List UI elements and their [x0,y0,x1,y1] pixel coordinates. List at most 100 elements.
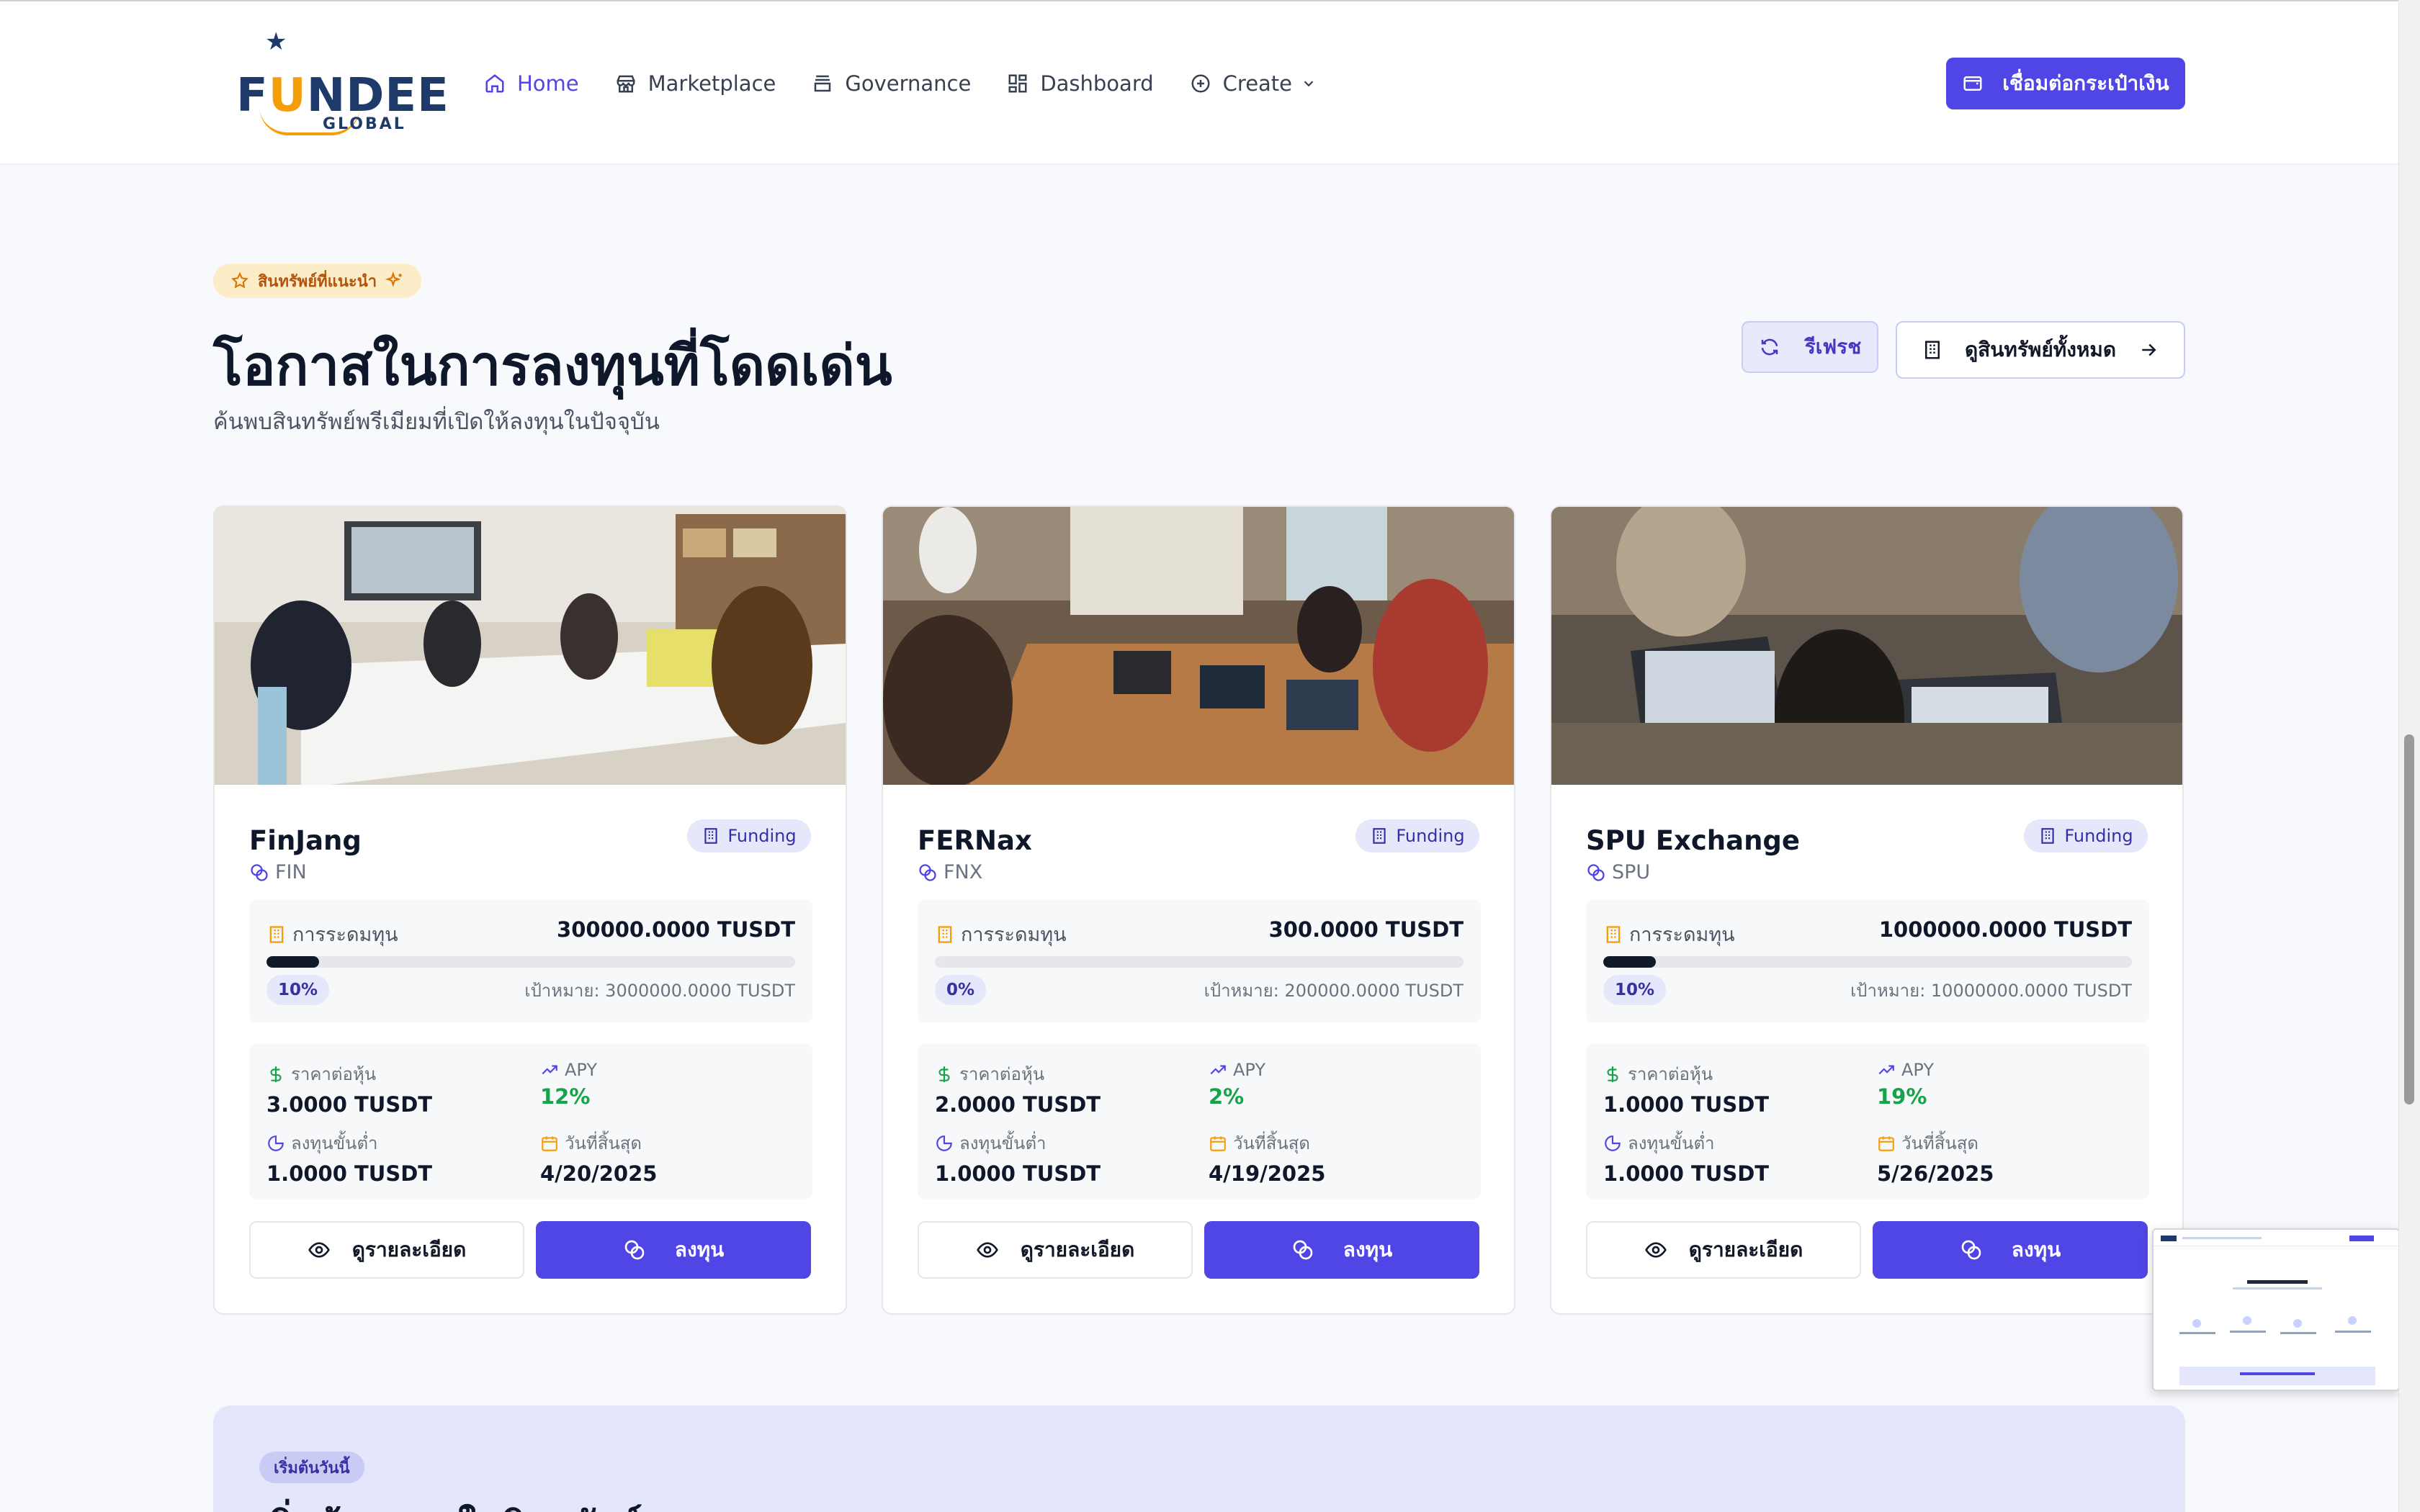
nav-governance-label: Governance [845,71,972,96]
nav-create[interactable]: Create [1190,71,1317,96]
progress-bar [935,956,1464,968]
asset-symbol-text: FIN [275,861,307,883]
view-all-label: ดูสินทรัพย์ทั้งหมด [1965,338,2116,361]
funding-target: เป้าหมาย: 10000000.0000 TUSDT [1850,981,2132,1001]
asset-image [1551,507,2182,785]
progress-bar [1603,956,2132,968]
eye-icon [308,1242,330,1258]
cta-badge: เริ่มต้นวันนี้ [259,1452,364,1483]
cta-section: เริ่มต้นวันนี้ เริ่มต้นลงทุนในสินทรัพย์ [213,1405,2185,1512]
status-badge: Funding [1355,819,1479,852]
stat-end-date: วันที่สิ้นสุด 4/19/2025 [1209,1129,1325,1186]
price-value: 1.0000 TUSDT [1603,1092,1770,1117]
building-icon [2041,828,2055,844]
sparkles-icon [385,271,402,287]
stat-apy: APY 19% [1877,1060,1934,1109]
apy-value: 2% [1209,1084,1245,1109]
apy-label: APY [1233,1060,1266,1080]
coins-icon [624,1240,645,1260]
asset-symbol: FIN [249,861,307,883]
connect-wallet-button[interactable]: เชื่อมต่อกระเป๋าเงิน [1946,58,2185,109]
min-invest-label: ลงทุนขั้นต่ำ [959,1133,1047,1153]
progress-fill [266,956,320,968]
pie-chart-icon [936,1135,952,1151]
eye-icon [1644,1242,1667,1258]
stat-min-invest: ลงทุนขั้นต่ำ 1.0000 TUSDT [935,1129,1101,1186]
funding-target: เป้าหมาย: 3000000.0000 TUSDT [524,981,795,1001]
progress-percent: 10% [1603,975,1667,1005]
funding-panel: การระดมทุน 300.0000 TUSDT 0% เป้าหมาย: 2… [918,900,1481,1022]
raised-label-text: การระดมทุน [961,924,1067,946]
asset-name: FinJang [249,825,362,856]
connect-wallet-label: เชื่อมต่อกระเป๋าเงิน [2002,71,2169,95]
coins-icon [1961,1240,1981,1260]
end-date-value: 4/20/2025 [540,1161,658,1186]
stat-price: ราคาต่อหุ้น 3.0000 TUSDT [266,1060,432,1117]
end-date-label: วันที่สิ้นสุด [565,1133,642,1153]
price-label: ราคาต่อหุ้น [291,1064,377,1084]
refresh-button[interactable]: รีเฟรช [1742,321,1878,373]
nav-dashboard[interactable]: Dashboard [1007,71,1154,96]
page-preview-thumbnail[interactable] [2152,1228,2398,1391]
nav-marketplace[interactable]: Marketplace [615,71,776,96]
asset-name: FERNax [918,825,1032,856]
nav-home-label: Home [517,71,579,96]
home-icon [485,74,504,93]
pie-chart-icon [1605,1135,1621,1151]
invest-button[interactable]: ลงทุน [536,1221,811,1279]
view-details-label: ดูรายละเอียด [351,1238,467,1261]
end-date-label: วันที่สิ้นสุด [1233,1133,1310,1153]
apy-label: APY [1901,1060,1935,1080]
asset-card: FERNax FNX Funding การระดมทุน 300.0000 T… [882,505,1515,1315]
fundee-logo[interactable]: ★ FUNDEE GLOBAL [230,27,449,135]
calendar-icon [1210,1135,1226,1151]
trending-up-icon [1210,1065,1226,1075]
funding-panel: การระดมทุน 1000000.0000 TUSDT 10% เป้าหม… [1586,900,2149,1022]
view-details-button[interactable]: ดูรายละเอียด [1586,1221,1861,1279]
stat-apy: APY 2% [1209,1060,1265,1109]
price-label: ราคาต่อหุ้น [959,1064,1045,1084]
invest-button[interactable]: ลงทุน [1873,1221,2148,1279]
pie-chart-icon [268,1135,284,1151]
page: ★ FUNDEE GLOBAL Home Marketplace Governa… [0,0,2398,1512]
dollar-icon [1607,1066,1618,1082]
chevron-down-icon [1304,81,1314,87]
view-details-button[interactable]: ดูรายละเอียด [918,1221,1193,1279]
coins-icon [251,863,268,881]
asset-symbol: SPU [1586,861,1650,883]
status-badge: Funding [2024,819,2148,852]
vertical-scrollbar-thumb[interactable] [2404,734,2414,1104]
building-icon [938,925,952,943]
invest-button[interactable]: ลงทุน [1204,1221,1479,1279]
site-header: ★ FUNDEE GLOBAL Home Marketplace Governa… [0,1,2398,165]
calendar-icon [542,1135,557,1151]
raised-label: การระดมทุน [935,919,1067,950]
status-badge: Funding [687,819,811,852]
stat-end-date: วันที่สิ้นสุด 4/20/2025 [540,1129,657,1186]
stat-price: ราคาต่อหุ้น 2.0000 TUSDT [935,1060,1101,1117]
refresh-icon [1761,338,1778,356]
nav-governance[interactable]: Governance [812,71,971,96]
min-invest-label: ลงทุนขั้นต่ำ [291,1133,378,1153]
coins-icon [1293,1240,1313,1260]
invest-label: ลงทุน [1343,1238,1393,1261]
section-subtitle: ค้นพบสินทรัพย์พรีเมียมที่เปิดให้ลงทุนในป… [213,409,660,435]
end-date-value: 5/26/2025 [1877,1161,1994,1186]
view-all-assets-button[interactable]: ดูสินทรัพย์ทั้งหมด [1896,321,2185,379]
building-icon [1373,828,1386,844]
asset-name: SPU Exchange [1586,825,1800,856]
nav-home[interactable]: Home [484,71,579,96]
asset-image [215,507,846,785]
dashboard-icon [1008,74,1027,93]
building-icon [704,828,718,844]
funding-panel: การระดมทุน 300000.0000 TUSDT 10% เป้าหมา… [249,900,812,1022]
asset-card: FinJang FIN Funding การระดมทุน 300000.00… [213,505,847,1315]
stat-apy: APY 12% [540,1060,597,1109]
apy-label: APY [565,1060,598,1080]
status-badge-label: Funding [1396,826,1465,846]
view-details-button[interactable]: ดูรายละเอียด [249,1221,524,1279]
stat-min-invest: ลงทุนขั้นต่ำ 1.0000 TUSDT [1603,1129,1769,1186]
progress-bar [266,956,795,968]
building-icon [1925,341,1940,359]
price-value: 2.0000 TUSDT [935,1092,1101,1117]
